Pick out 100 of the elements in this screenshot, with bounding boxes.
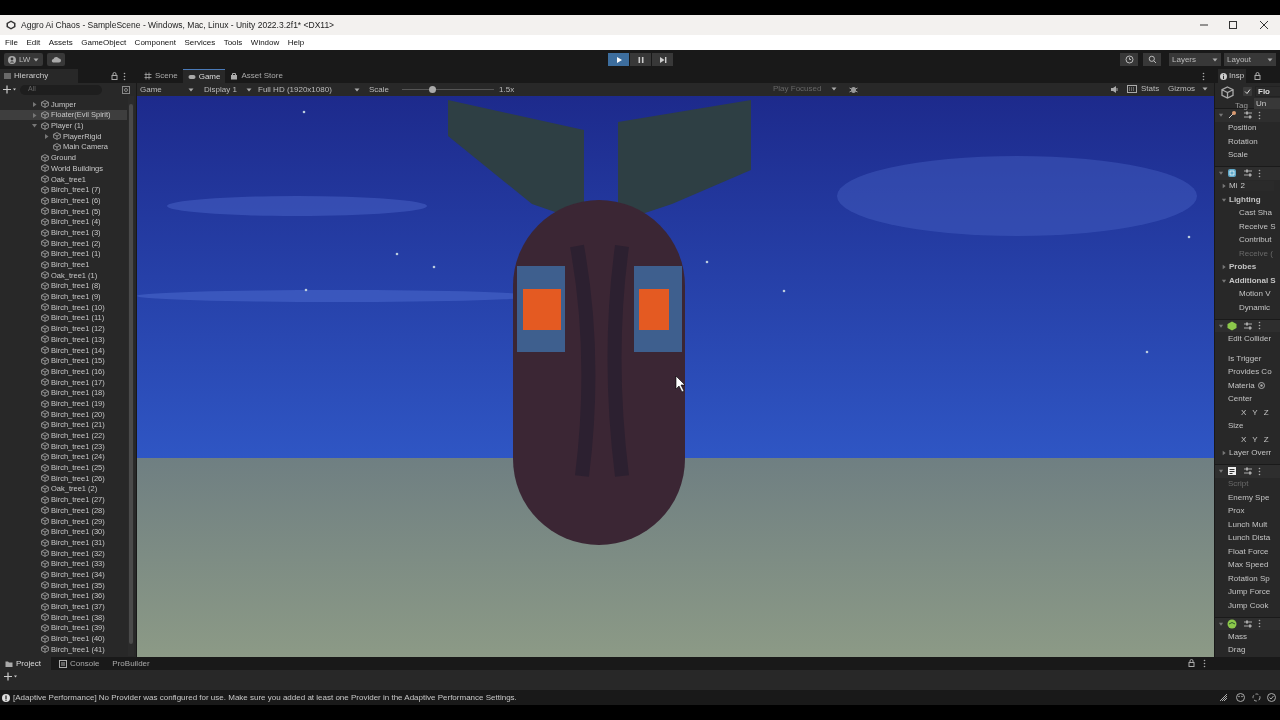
component-header[interactable]	[1215, 464, 1280, 478]
lock-icon[interactable]	[111, 72, 118, 80]
field-label: Receive S	[1239, 220, 1276, 233]
step-button[interactable]	[652, 53, 673, 66]
presets-icon[interactable]	[1243, 467, 1253, 476]
lock-icon[interactable]	[1254, 72, 1262, 80]
view-tab[interactable]: Asset Store	[225, 69, 288, 83]
collapsed-arrow-icon[interactable]	[1221, 183, 1227, 190]
panel-tab[interactable]: ProBuilder	[107, 657, 155, 670]
loading-icon[interactable]	[1252, 693, 1261, 702]
filter-icon[interactable]	[122, 85, 130, 94]
maximize-icon[interactable]	[1228, 20, 1238, 30]
hierarchy-tab[interactable]: Hierarchy	[0, 69, 78, 83]
gizmos-dropdown[interactable]: Gizmos	[1166, 83, 1210, 95]
expanded-arrow-icon[interactable]	[31, 122, 38, 130]
edit-collider-button[interactable]: Edit Collider	[1228, 333, 1272, 345]
menu-item[interactable]: Edit	[26, 36, 41, 49]
menu-item[interactable]: Component	[134, 36, 176, 49]
cube-icon	[53, 132, 61, 141]
presets-icon[interactable]	[1243, 169, 1253, 178]
menu-item[interactable]: Help	[287, 36, 305, 49]
expanded-arrow-icon[interactable]	[1218, 620, 1224, 627]
presets-icon[interactable]	[1243, 321, 1253, 330]
foldout-label[interactable]: Lighting	[1229, 193, 1261, 206]
foldout-label[interactable]: Probes	[1229, 261, 1257, 274]
view-tab[interactable]: Scene	[139, 69, 183, 83]
close-icon[interactable]	[1259, 20, 1269, 30]
play-button[interactable]	[608, 53, 629, 66]
collapsed-arrow-icon[interactable]	[31, 111, 38, 119]
collapsed-arrow-icon[interactable]	[1221, 264, 1227, 271]
field-label: Lunch Dista	[1228, 532, 1271, 545]
foldout-label[interactable]: Additional S	[1229, 274, 1276, 287]
expanded-arrow-icon[interactable]	[1221, 277, 1227, 284]
collapsed-arrow-icon[interactable]	[1221, 450, 1227, 457]
account-dropdown[interactable]: LW	[4, 53, 44, 66]
field-label: Is Trigger	[1228, 352, 1262, 365]
component-header[interactable]	[1215, 616, 1280, 630]
add-icon[interactable]	[3, 85, 17, 94]
field-label: Dynamic	[1239, 301, 1271, 314]
slider-thumb[interactable]	[428, 86, 436, 93]
expanded-arrow-icon[interactable]	[1218, 322, 1224, 329]
presets-icon[interactable]	[1243, 111, 1253, 120]
component-header[interactable]	[1215, 318, 1280, 332]
keyboard-icon[interactable]	[1127, 85, 1137, 93]
layout-dropdown[interactable]: Layout	[1224, 53, 1276, 66]
history-icon	[1124, 55, 1134, 64]
panel-tab[interactable]: Project	[0, 657, 51, 670]
menu-item[interactable]: GameObject	[81, 36, 127, 49]
palette-icon[interactable]	[1236, 693, 1245, 702]
field-label: Center	[1228, 393, 1252, 406]
speaker-icon[interactable]	[1110, 85, 1119, 94]
menu-item[interactable]: Tools	[223, 36, 243, 49]
history-button[interactable]	[1120, 53, 1138, 66]
search-button[interactable]	[1143, 53, 1161, 66]
menu-item[interactable]: Services	[184, 36, 216, 49]
tag-dropdown[interactable]: Un	[1254, 98, 1280, 109]
field-label: Motion V	[1239, 288, 1271, 301]
menu-item[interactable]: Window	[250, 36, 280, 49]
presets-icon[interactable]	[1243, 619, 1253, 628]
cube-icon	[1221, 86, 1234, 99]
layers-dropdown[interactable]: Layers	[1169, 53, 1221, 66]
collapsed-arrow-icon[interactable]	[43, 132, 50, 140]
display-dropdown[interactable]: Display 1	[202, 83, 254, 96]
cube-icon	[41, 399, 49, 408]
axis-label: X	[1241, 406, 1247, 419]
resolution-dropdown[interactable]: Full HD (1920x1080)	[256, 83, 362, 96]
collapsed-arrow-icon[interactable]	[31, 100, 38, 108]
panel-tab[interactable]: Console	[54, 657, 105, 670]
component-header[interactable]	[1215, 166, 1280, 180]
inspector-tab[interactable]: Insp	[1218, 69, 1247, 83]
check-circle-icon[interactable]	[1267, 693, 1276, 702]
field-label: Mass	[1228, 630, 1248, 643]
foldout-label[interactable]: Layer Overr	[1229, 447, 1272, 460]
active-checkbox[interactable]	[1243, 87, 1252, 96]
scrollbar-thumb[interactable]	[129, 104, 133, 644]
stats-button[interactable]: Stats	[1141, 83, 1160, 95]
menu-item[interactable]: Assets	[48, 36, 73, 49]
network-icon[interactable]	[1219, 693, 1228, 702]
field-label: Jump Cook	[1228, 599, 1269, 612]
cube-icon	[41, 335, 49, 344]
object-picker-icon[interactable]	[1257, 382, 1265, 390]
object-name-field[interactable]: Flo	[1255, 86, 1280, 97]
lock-icon[interactable]	[1188, 659, 1195, 667]
expanded-arrow-icon[interactable]	[1218, 468, 1224, 475]
field-label: Position	[1228, 122, 1257, 135]
view-mode-dropdown[interactable]: Game	[138, 83, 196, 96]
cube-icon	[41, 196, 49, 205]
caret-icon	[188, 87, 194, 92]
expanded-arrow-icon[interactable]	[1218, 112, 1224, 119]
pause-button[interactable]	[630, 53, 651, 66]
menu-item[interactable]: File	[5, 36, 18, 49]
expanded-arrow-icon[interactable]	[1218, 170, 1224, 177]
caret-icon	[1212, 57, 1218, 62]
expanded-arrow-icon[interactable]	[1221, 196, 1227, 203]
view-tab[interactable]: Game	[182, 69, 226, 83]
component-header[interactable]	[1215, 108, 1280, 122]
cloud-button[interactable]	[47, 53, 66, 66]
bug-icon[interactable]	[849, 85, 858, 94]
add-icon[interactable]	[4, 672, 18, 681]
field-label: Cast Sha	[1239, 207, 1272, 220]
